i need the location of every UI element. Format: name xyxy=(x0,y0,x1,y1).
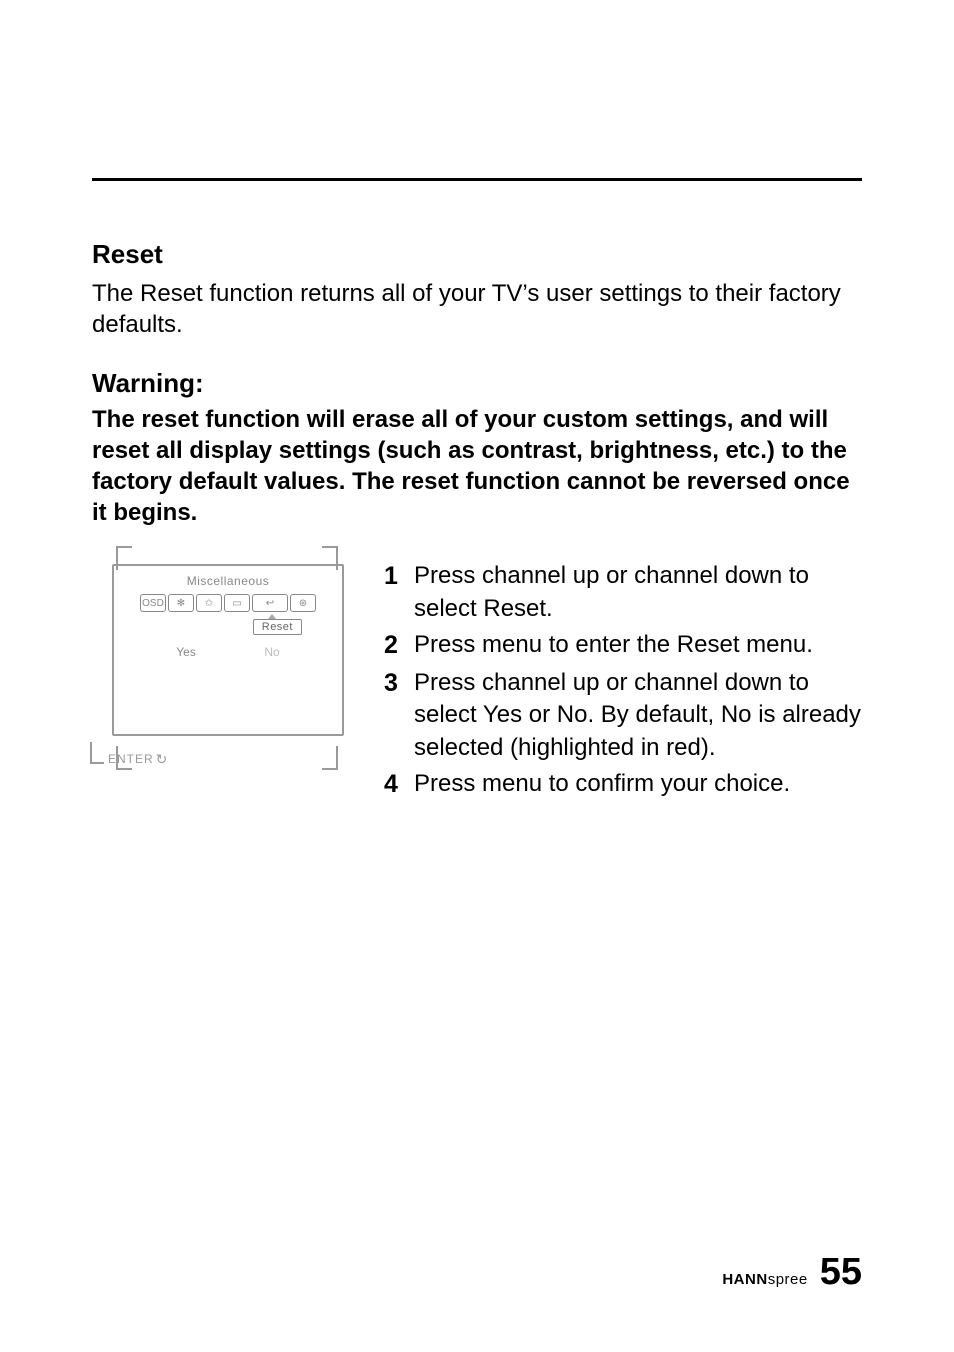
l-connector-icon xyxy=(90,742,104,764)
osd-window: Miscellaneous OSD ✻ ✩ ▭ ↩ ⊛ Reset Yes No xyxy=(112,564,344,736)
step-number: 3 xyxy=(384,667,414,764)
section-intro: The Reset function returns all of your T… xyxy=(92,278,862,340)
osd-illustration: Miscellaneous OSD ✻ ✩ ▭ ↩ ⊛ Reset Yes No xyxy=(92,560,344,776)
osd-option-no: No xyxy=(264,645,279,659)
header-divider xyxy=(92,178,862,181)
step-text: Press menu to enter the Reset menu. xyxy=(414,629,862,663)
content-row: Miscellaneous OSD ✻ ✩ ▭ ↩ ⊛ Reset Yes No xyxy=(92,560,862,805)
step-number: 4 xyxy=(384,768,414,802)
osd-option-yes: Yes xyxy=(176,645,196,659)
osd-icon: OSD xyxy=(140,594,166,612)
return-icon: ↩ xyxy=(252,594,288,612)
page-footer: HANNspree 55 xyxy=(722,1251,862,1294)
corner-bracket-icon xyxy=(322,746,338,770)
star-icon: ✩ xyxy=(196,594,222,612)
caret-up-icon xyxy=(268,614,276,619)
osd-reset-button: Reset xyxy=(253,619,302,635)
step-text: Press channel up or channel down to sele… xyxy=(414,560,862,625)
gear-icon: ✻ xyxy=(168,594,194,612)
corner-bracket-icon xyxy=(116,746,132,770)
step-item: 4 Press menu to confirm your choice. xyxy=(384,768,862,802)
brand-bold: HANN xyxy=(722,1271,767,1288)
step-number: 1 xyxy=(384,560,414,625)
tv-icon: ▭ xyxy=(224,594,250,612)
osd-menu-title: Miscellaneous xyxy=(124,574,332,588)
step-item: 1 Press channel up or channel down to se… xyxy=(384,560,862,625)
step-text: Press menu to confirm your choice. xyxy=(414,768,862,802)
step-text: Press channel up or channel down to sele… xyxy=(414,667,862,764)
warning-body: The reset function will erase all of you… xyxy=(92,405,862,528)
osd-options: Yes No xyxy=(124,645,332,659)
section-title: Reset xyxy=(92,239,862,270)
page-number: 55 xyxy=(820,1251,862,1294)
osd-submenu-row: Reset xyxy=(124,615,332,635)
osd-tab-row: OSD ✻ ✩ ▭ ↩ ⊛ xyxy=(124,594,332,612)
warning-title: Warning: xyxy=(92,368,862,399)
brand-light: spree xyxy=(768,1271,808,1288)
brand-logo: HANNspree xyxy=(722,1271,807,1288)
manual-page: Reset The Reset function returns all of … xyxy=(0,0,954,1352)
refresh-arrow-icon: ↻ xyxy=(156,751,169,768)
globe-icon: ⊛ xyxy=(290,594,316,612)
step-item: 3 Press channel up or channel down to se… xyxy=(384,667,862,764)
step-number: 2 xyxy=(384,629,414,663)
steps-list: 1 Press channel up or channel down to se… xyxy=(384,560,862,805)
step-item: 2 Press menu to enter the Reset menu. xyxy=(384,629,862,663)
